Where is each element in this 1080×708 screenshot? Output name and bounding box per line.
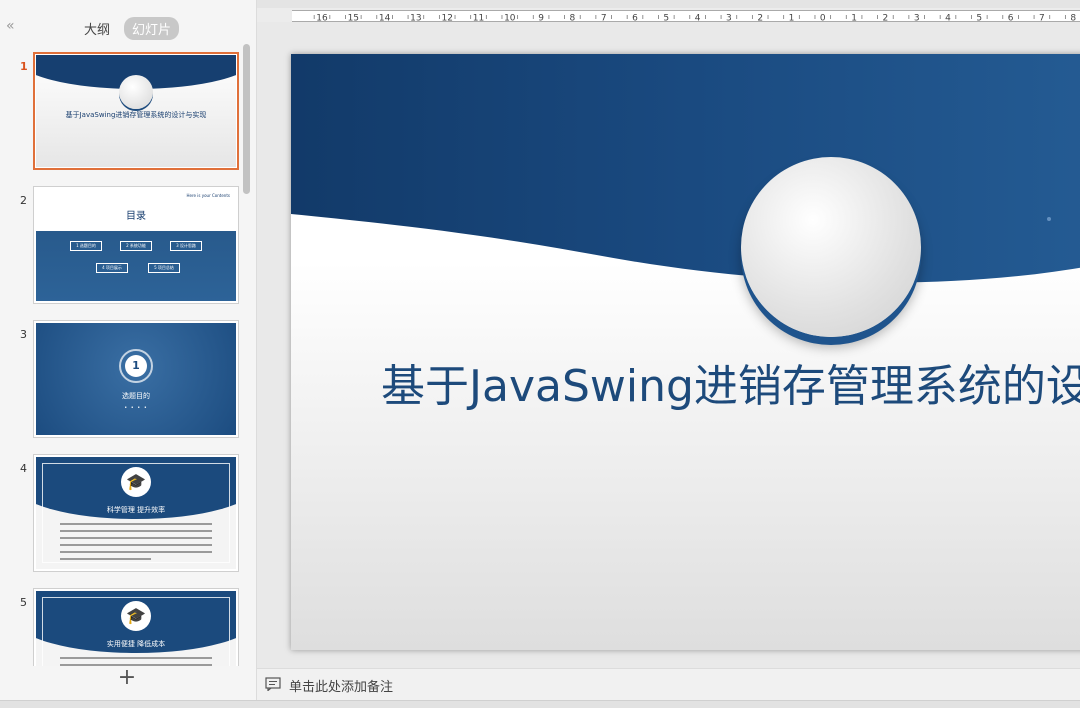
- slide-canvas: 基于JavaSwing进销存管理系统的设计与实现: [257, 22, 1080, 668]
- thumbnail-text-lines: [60, 523, 212, 565]
- thumbnail-row: 5 🎓 实用便捷 降低成本: [0, 588, 245, 666]
- thumbnail-scrollbar[interactable]: [243, 44, 250, 194]
- horizontal-ruler: 16 15 14 13 12 11 10 9 8 7 6 5 4 3 2 1 0 1 2 3 4 5 6 7 8: [292, 10, 1080, 23]
- slide-thumbnail-4[interactable]: 🎓 科学管理 提升效率: [33, 454, 239, 572]
- slide-number: 2: [20, 194, 27, 207]
- thumbnail-text-lines: [60, 657, 212, 666]
- notes-icon: [265, 677, 281, 691]
- thumbnail-dots: • • • •: [124, 405, 148, 411]
- toc-item: 3 设计思路: [170, 241, 202, 251]
- thumbnail-circle: [119, 75, 153, 110]
- section-number: 1: [125, 355, 147, 377]
- thumbnail-title: 目录: [126, 211, 146, 222]
- view-tabs: 大纲 幻灯片: [76, 17, 180, 40]
- graduation-cap-icon: 🎓: [121, 467, 151, 497]
- toc-item: 5 项目总结: [148, 263, 180, 273]
- slide-number: 1: [20, 60, 28, 73]
- slide-thumbnail-3[interactable]: 1 选题目的 • • • •: [33, 320, 239, 438]
- slide-number: 5: [20, 596, 27, 609]
- status-bar: [0, 700, 1080, 708]
- slide-thumbnail-2[interactable]: Here is your Contents 目录 1 选题目的 2 系统功能 3…: [33, 186, 239, 304]
- slide-number: 4: [20, 462, 27, 475]
- toc-item: 1 选题目的: [70, 241, 102, 251]
- thumbnail-row: 2 Here is your Contents 目录 1 选题目的 2 系统功能…: [0, 186, 245, 304]
- current-slide[interactable]: 基于JavaSwing进销存管理系统的设计与实现: [291, 54, 1080, 650]
- notes-placeholder[interactable]: 单击此处添加备注: [289, 676, 393, 695]
- thumbnail-row: 4 🎓 科学管理 提升效率: [0, 454, 245, 572]
- thumbnail-row: 1 基于JavaSwing进销存管理系统的设计与实现: [0, 52, 245, 170]
- slide-number: 3: [20, 328, 27, 341]
- tab-outline[interactable]: 大纲: [76, 17, 118, 40]
- collapse-pane-icon[interactable]: «: [6, 18, 15, 34]
- add-slide-button[interactable]: +: [116, 667, 138, 690]
- thumbnail-list: 1 基于JavaSwing进销存管理系统的设计与实现 2 Here is you…: [0, 44, 245, 666]
- thumbnail-title: 基于JavaSwing进销存管理系统的设计与实现: [65, 111, 207, 119]
- notes-bar[interactable]: 单击此处添加备注: [257, 668, 1080, 700]
- ruler-band: [257, 0, 1080, 8]
- slide-title[interactable]: 基于JavaSwing进销存管理系统的设计与实现: [381, 350, 1080, 414]
- thumbnail-title: 实用便捷 降低成本: [106, 640, 166, 648]
- thumbnail-title: 科学管理 提升效率: [106, 506, 166, 514]
- slide-thumbnail-1[interactable]: 基于JavaSwing进销存管理系统的设计与实现: [33, 52, 239, 170]
- slide-thumbnail-5[interactable]: 🎓 实用便捷 降低成本: [33, 588, 239, 666]
- thumbnail-corner-label: Here is your Contents: [186, 193, 230, 198]
- slide-thumbnail-pane: « 大纲 幻灯片 1 基于JavaSwing进销存管理系统的设计与实现 2 He…: [0, 0, 257, 700]
- toc-item: 2 系统功能: [120, 241, 152, 251]
- thumbnail-row: 3 1 选题目的 • • • •: [0, 320, 245, 438]
- tab-slides[interactable]: 幻灯片: [124, 17, 180, 40]
- toc-item: 4 项目展示: [96, 263, 128, 273]
- title-circle-graphic: [741, 157, 921, 337]
- thumbnail-title: 选题目的: [122, 392, 150, 400]
- presentation-editor: « 大纲 幻灯片 1 基于JavaSwing进销存管理系统的设计与实现 2 He…: [0, 0, 1080, 708]
- graduation-cap-icon: 🎓: [121, 601, 151, 631]
